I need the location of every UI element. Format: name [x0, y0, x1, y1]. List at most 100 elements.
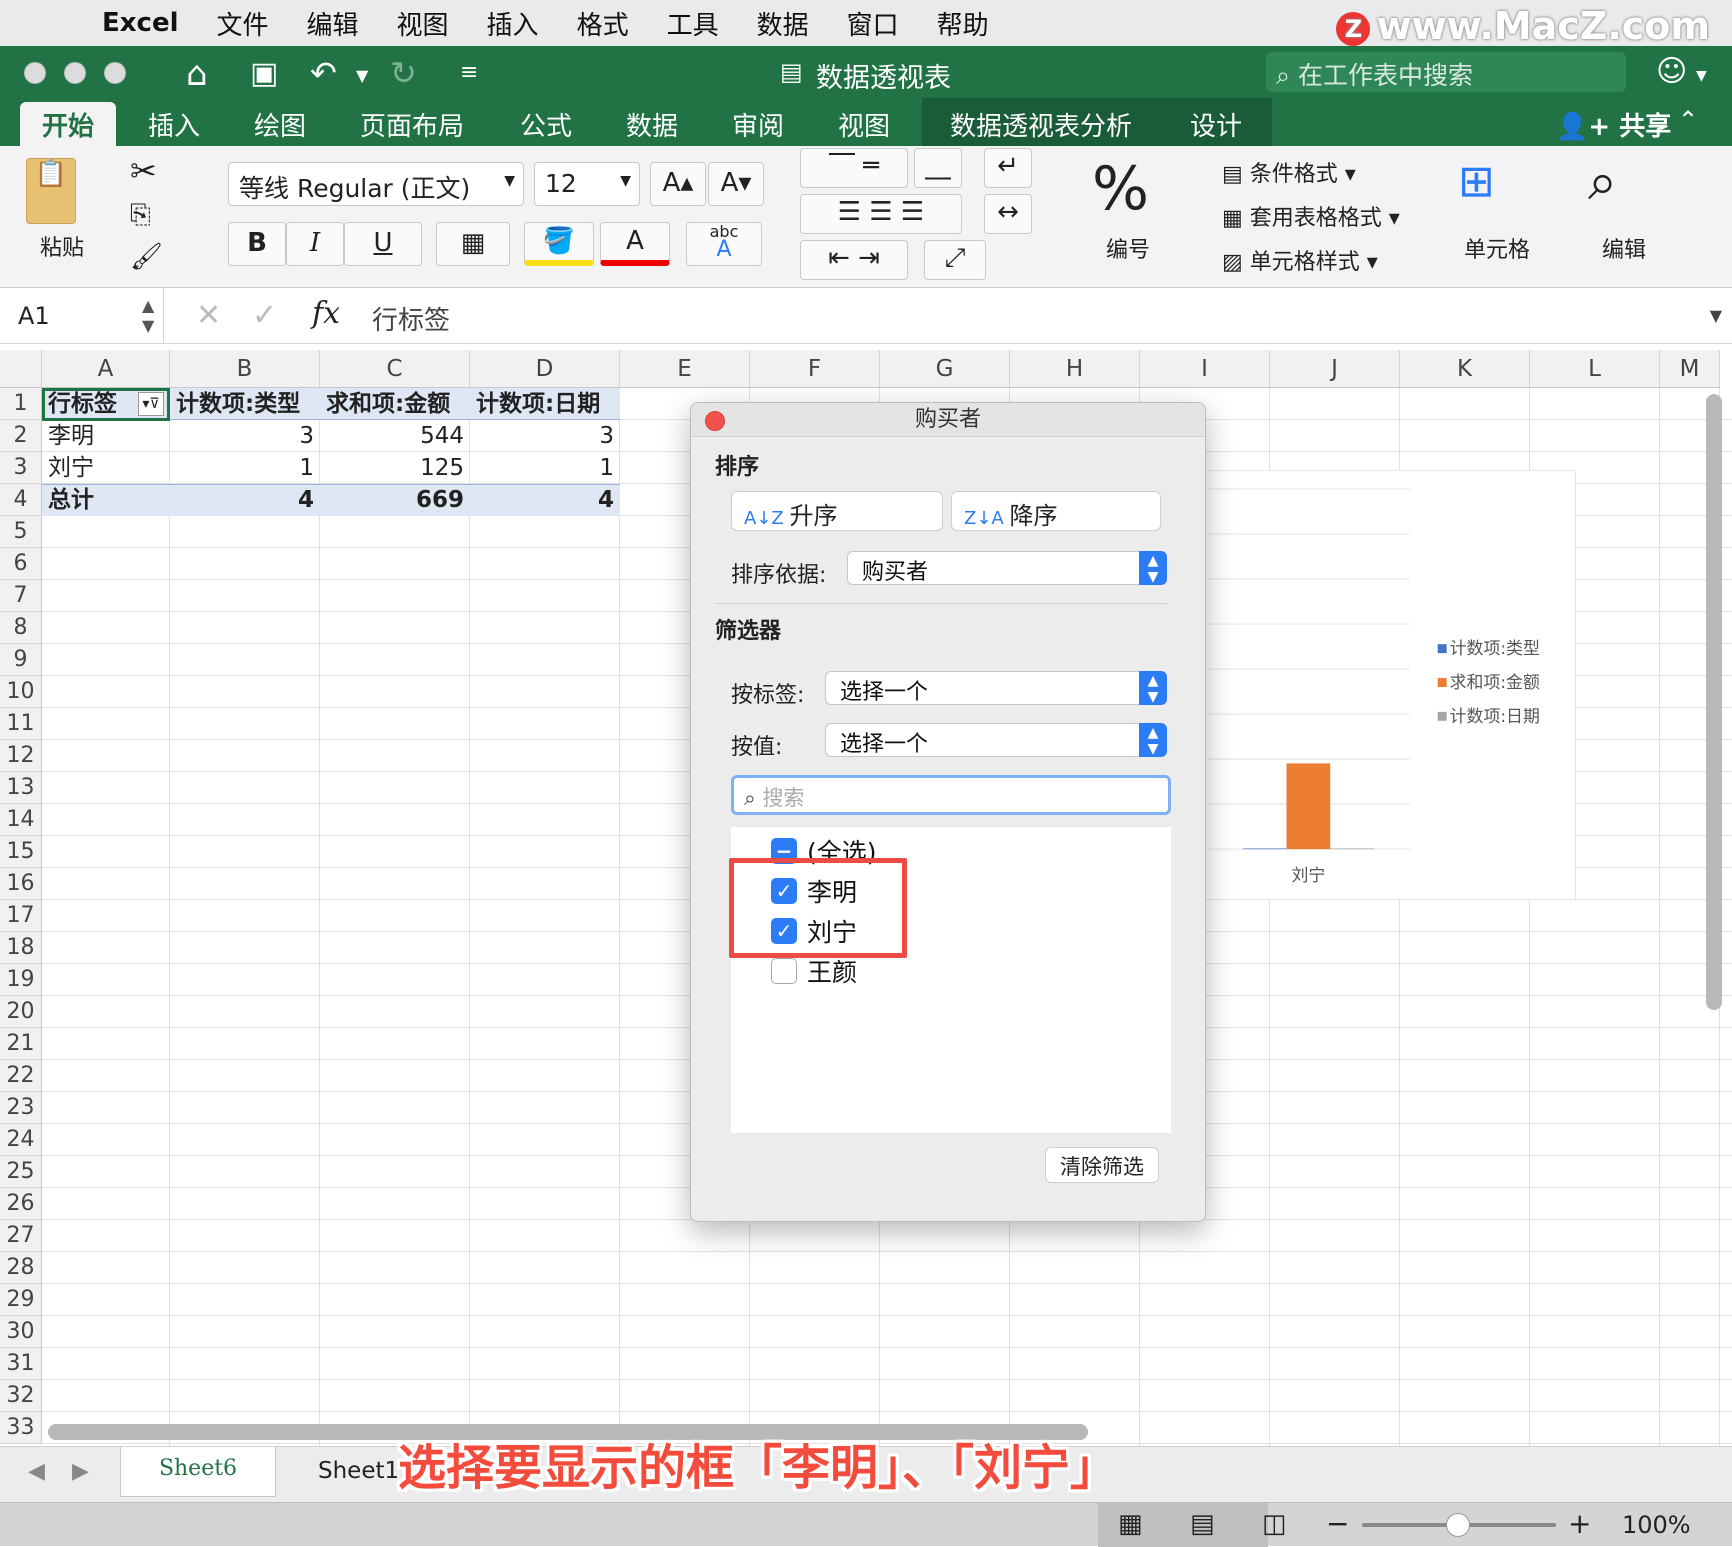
- horizontal-align-icon[interactable]: ☰ ☰ ☰: [800, 194, 962, 234]
- pivot-data-cell[interactable]: 1: [176, 452, 314, 484]
- column-header-J[interactable]: J: [1270, 350, 1400, 388]
- row-header-21[interactable]: 21: [0, 1028, 42, 1060]
- cancel-icon[interactable]: ✕: [196, 298, 221, 333]
- row-header-6[interactable]: 6: [0, 548, 42, 580]
- menu-help[interactable]: 帮助: [937, 5, 989, 42]
- zoom-window-button[interactable]: [104, 62, 126, 84]
- underline-button[interactable]: U: [344, 222, 422, 266]
- menu-format[interactable]: 格式: [577, 5, 629, 42]
- select-all-corner[interactable]: [0, 350, 42, 388]
- tab-review[interactable]: 审阅: [732, 106, 784, 143]
- menu-app[interactable]: Excel: [102, 8, 179, 38]
- bold-button[interactable]: B: [228, 222, 286, 266]
- borders-icon[interactable]: ▦: [436, 222, 510, 266]
- pivot-header-cell[interactable]: 计数项:日期: [476, 388, 614, 420]
- sort-ascending-button[interactable]: A↓Z 升序: [731, 491, 943, 531]
- row-header-31[interactable]: 31: [0, 1348, 42, 1380]
- row-header-22[interactable]: 22: [0, 1060, 42, 1092]
- next-sheet-icon[interactable]: ▶: [72, 1459, 89, 1484]
- pivot-header-cell[interactable]: 计数项:类型: [176, 388, 314, 420]
- row-header-15[interactable]: 15: [0, 836, 42, 868]
- menu-insert[interactable]: 插入: [487, 5, 539, 42]
- row-header-13[interactable]: 13: [0, 772, 42, 804]
- pivot-total-cell[interactable]: 总计: [48, 484, 164, 516]
- row-header-7[interactable]: 7: [0, 580, 42, 612]
- align-bottom-icon[interactable]: ⎽: [914, 148, 962, 188]
- page-break-view-icon[interactable]: ◫: [1262, 1509, 1287, 1539]
- row-header-28[interactable]: 28: [0, 1252, 42, 1284]
- increase-font-icon[interactable]: A▴: [650, 162, 706, 206]
- cell-styles-button[interactable]: ▨ 单元格样式 ▾: [1222, 244, 1378, 276]
- pivot-data-cell[interactable]: 125: [326, 452, 464, 484]
- row-header-20[interactable]: 20: [0, 996, 42, 1028]
- table-format-button[interactable]: ▦ 套用表格格式 ▾: [1222, 200, 1400, 232]
- column-header-F[interactable]: F: [750, 350, 880, 388]
- column-header-G[interactable]: G: [880, 350, 1010, 388]
- dialog-search-input[interactable]: ⌕ 搜索: [731, 775, 1171, 815]
- font-name-select[interactable]: 等线 Regular (正文) ▼: [228, 162, 524, 206]
- pivot-data-cell[interactable]: 3: [476, 420, 614, 452]
- tab-design[interactable]: 设计: [1160, 98, 1273, 146]
- prev-sheet-icon[interactable]: ◀: [28, 1459, 45, 1484]
- copy-icon[interactable]: ⎘: [130, 200, 151, 231]
- row-header-32[interactable]: 32: [0, 1380, 42, 1412]
- pivot-total-cell[interactable]: 4: [476, 484, 614, 516]
- tab-formulas[interactable]: 公式: [520, 106, 572, 143]
- minimize-window-button[interactable]: [64, 62, 86, 84]
- tab-draw[interactable]: 绘图: [254, 106, 306, 143]
- home-icon[interactable]: ⌂: [186, 54, 208, 94]
- sheet-tab-sheet1[interactable]: Sheet1: [318, 1447, 399, 1497]
- phonetic-icon[interactable]: abc A: [686, 222, 762, 266]
- pivot-total-cell[interactable]: 4: [176, 484, 314, 516]
- row-header-8[interactable]: 8: [0, 612, 42, 644]
- pivot-data-cell[interactable]: 1: [476, 452, 614, 484]
- pivot-header-cell[interactable]: 求和项:金额: [326, 388, 464, 420]
- column-header-L[interactable]: L: [1530, 350, 1660, 388]
- save-icon[interactable]: ▣: [250, 56, 278, 91]
- zoom-level[interactable]: 100%: [1622, 1511, 1691, 1539]
- pivot-total-cell[interactable]: 669: [326, 484, 464, 516]
- font-size-select[interactable]: 12 ▼: [534, 162, 640, 206]
- menu-file[interactable]: 文件: [217, 5, 269, 42]
- menu-view[interactable]: 视图: [397, 5, 449, 42]
- tab-data[interactable]: 数据: [626, 106, 678, 143]
- normal-view-icon[interactable]: ▦: [1118, 1509, 1143, 1539]
- row-header-11[interactable]: 11: [0, 708, 42, 740]
- row-header-5[interactable]: 5: [0, 516, 42, 548]
- zoom-in-icon[interactable]: +: [1568, 1507, 1591, 1540]
- row-header-10[interactable]: 10: [0, 676, 42, 708]
- column-header-M[interactable]: M: [1660, 350, 1720, 388]
- format-painter-icon[interactable]: 🖌: [130, 242, 163, 272]
- menu-data[interactable]: 数据: [757, 5, 809, 42]
- menu-window[interactable]: 窗口: [847, 5, 899, 42]
- column-header-B[interactable]: B: [170, 350, 320, 388]
- tab-home[interactable]: 开始: [20, 102, 117, 146]
- row-header-3[interactable]: 3: [0, 452, 42, 484]
- row-header-26[interactable]: 26: [0, 1188, 42, 1220]
- function-icon[interactable]: fx: [312, 296, 340, 331]
- row-header-27[interactable]: 27: [0, 1220, 42, 1252]
- row-header-1[interactable]: 1: [0, 388, 42, 420]
- sheet-search-input[interactable]: ⌕ 在工作表中搜索: [1266, 52, 1626, 92]
- column-header-H[interactable]: H: [1010, 350, 1140, 388]
- row-header-4[interactable]: 4: [0, 484, 42, 516]
- undo-dropdown-icon[interactable]: ▼: [356, 66, 368, 85]
- customize-toolbar-icon[interactable]: ≡: [460, 60, 478, 85]
- redo-icon[interactable]: ↻: [390, 54, 417, 92]
- cells-icon[interactable]: ⊞: [1458, 156, 1495, 207]
- row-header-18[interactable]: 18: [0, 932, 42, 964]
- column-header-E[interactable]: E: [620, 350, 750, 388]
- row-header-9[interactable]: 9: [0, 644, 42, 676]
- paste-icon[interactable]: 📋: [26, 158, 76, 224]
- name-box-stepper-icon[interactable]: ▲ ▼: [142, 296, 154, 336]
- row-header-24[interactable]: 24: [0, 1124, 42, 1156]
- pivot-data-cell[interactable]: 544: [326, 420, 464, 452]
- cut-icon[interactable]: ✂: [130, 152, 157, 190]
- tab-page-layout[interactable]: 页面布局: [360, 106, 464, 143]
- column-header-D[interactable]: D: [470, 350, 620, 388]
- row-header-23[interactable]: 23: [0, 1092, 42, 1124]
- pivot-chart[interactable]: 刘宁 计数项:类型求和项:金额计数项:日期: [1186, 470, 1576, 900]
- expand-formula-icon[interactable]: ▼: [1710, 306, 1722, 325]
- pivot-data-cell[interactable]: 刘宁: [48, 452, 164, 484]
- row-header-14[interactable]: 14: [0, 804, 42, 836]
